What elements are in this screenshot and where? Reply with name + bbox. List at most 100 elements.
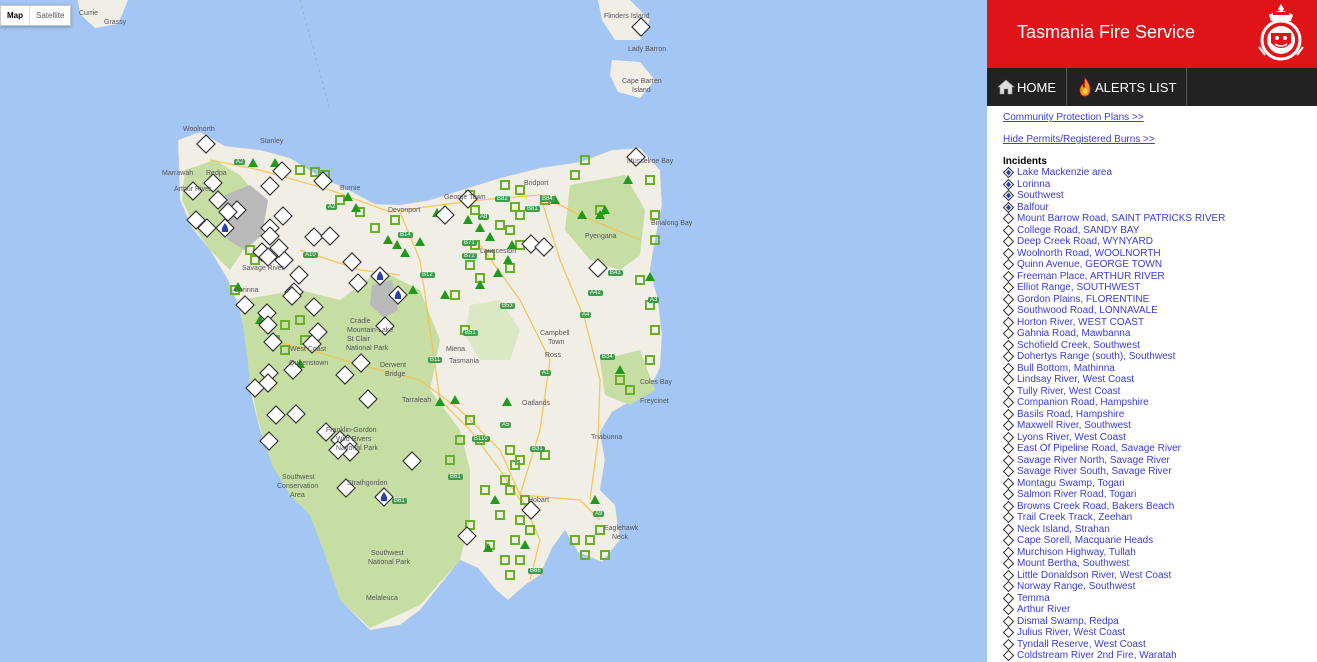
incident-item[interactable]: Neck Island, Strahan xyxy=(1003,524,1317,536)
incident-item[interactable]: Southwest xyxy=(1003,190,1317,202)
place-label: Cradle xyxy=(350,318,371,325)
incident-item[interactable]: East Of Pipeline Road, Savage River xyxy=(1003,443,1317,455)
panel-content: Community Protection Plans >> Hide Permi… xyxy=(987,106,1317,662)
incident-item[interactable]: Freeman Place, ARTHUR RIVER xyxy=(1003,271,1317,283)
incident-list: Lake Mackenzie area Lorinna Southwest Balfo… xyxy=(1003,167,1317,662)
incident-diamond-icon xyxy=(1003,443,1014,455)
place-label: Wild Rivers xyxy=(336,436,372,443)
road-shield: B11 xyxy=(428,357,443,363)
hide-permits-link[interactable]: Hide Permits/Registered Burns >> xyxy=(1003,134,1317,145)
nav-bar: HOME ALERTS LIST xyxy=(987,68,1317,106)
incident-label: Tully River, West Coast xyxy=(1017,385,1121,397)
incident-diamond-icon xyxy=(1003,408,1014,420)
incident-label: Gordon Plains, FLORENTINE xyxy=(1017,293,1150,305)
incident-item[interactable]: Savage River South, Savage River xyxy=(1003,466,1317,478)
incident-item[interactable]: Elliot Range, SOUTHWEST xyxy=(1003,282,1317,294)
incident-item[interactable]: Schofield Creek, Southwest xyxy=(1003,340,1317,352)
road-shield: A2 xyxy=(234,159,246,165)
incident-label: Lyons River, West Coast xyxy=(1017,431,1126,443)
incident-item[interactable]: Murchison Highway, Tullah xyxy=(1003,547,1317,559)
place-label: Island xyxy=(632,87,651,94)
incident-item[interactable]: Trail Creek Track, Zeehan xyxy=(1003,512,1317,524)
incident-item[interactable]: Maxwell River, Southwest xyxy=(1003,420,1317,432)
incident-label: Woolnorth Road, WOOLNORTH xyxy=(1017,247,1161,259)
incident-label: Salmon River Road, Togari xyxy=(1017,489,1137,500)
incident-item[interactable]: Coldstream River 2nd Fire, Waratah xyxy=(1003,650,1317,662)
incident-label: Murchison Highway, Tullah xyxy=(1017,546,1136,558)
incident-item[interactable]: Little Donaldson River, West Coast xyxy=(1003,570,1317,582)
incident-item[interactable]: Basils Road, Hampshire xyxy=(1003,409,1317,421)
incident-label: Browns Creek Road, Bakers Beach xyxy=(1017,500,1175,512)
incident-item[interactable]: Dohertys Range (south), Southwest xyxy=(1003,351,1317,363)
incident-diamond-icon xyxy=(1003,535,1014,547)
incident-item[interactable]: Woolnorth Road, WOOLNORTH xyxy=(1003,248,1317,260)
map-area[interactable]: Currie Grassy Flinders Island Lady Barron Ca… xyxy=(0,0,987,662)
incident-item[interactable]: Balfour xyxy=(1003,202,1317,214)
incident-label: Tyndall Reserve, West Coast xyxy=(1017,638,1146,650)
incident-item[interactable]: Horton River, WEST COAST xyxy=(1003,317,1317,329)
incident-label: Southwood Road, LONNAVALE xyxy=(1017,305,1158,316)
map-type-control[interactable]: Map Satellite xyxy=(0,5,72,26)
incident-item[interactable]: Salmon River Road, Togari xyxy=(1003,489,1317,501)
incident-diamond-icon xyxy=(1003,454,1014,466)
incident-item[interactable]: Montagu Swamp, Togari xyxy=(1003,478,1317,490)
incident-item[interactable]: Temma xyxy=(1003,593,1317,605)
incident-item[interactable]: Lorinna xyxy=(1003,179,1317,191)
incident-diamond-icon xyxy=(1003,581,1014,593)
incident-label: Companion Road, Hampshire xyxy=(1017,397,1149,408)
incident-item[interactable]: Gahnia Road, Mawbanna xyxy=(1003,328,1317,340)
incident-item[interactable]: Dismal Swamp, Redpa xyxy=(1003,616,1317,628)
place-label: Eaglehawk xyxy=(604,525,639,532)
incident-item[interactable]: Mount Barrow Road, SAINT PATRICKS RIVER xyxy=(1003,213,1317,225)
road-shield: B61 xyxy=(392,498,407,504)
place-label: Derwent xyxy=(380,362,407,369)
incident-item[interactable]: Norway Range, Southwest xyxy=(1003,581,1317,593)
place-label: Marrawah xyxy=(162,170,194,177)
incident-item[interactable]: College Road, SANDY BAY xyxy=(1003,225,1317,237)
incident-item[interactable]: Cape Sorell, Macquarie Heads xyxy=(1003,535,1317,547)
map-canvas[interactable] xyxy=(0,0,987,662)
going-fire-icon xyxy=(1003,201,1014,213)
incident-item[interactable]: Companion Road, Hampshire xyxy=(1003,397,1317,409)
place-label: Tarraleah xyxy=(402,397,432,404)
incident-item[interactable]: Arthur River xyxy=(1003,604,1317,616)
place-label: Grassy xyxy=(104,19,127,26)
incident-item[interactable]: Deep Creek Road, WYNYARD xyxy=(1003,236,1317,248)
incident-label: Elliot Range, SOUTHWEST xyxy=(1017,282,1141,293)
map-type-map-button[interactable]: Map xyxy=(1,6,29,25)
incident-label: Neck Island, Strahan xyxy=(1017,523,1110,535)
map-type-satellite-button[interactable]: Satellite xyxy=(29,6,70,25)
incident-diamond-icon xyxy=(1003,385,1014,397)
incident-item[interactable]: Savage River North, Savage River xyxy=(1003,455,1317,467)
road-shield: A8 xyxy=(478,214,490,220)
place-label: Miena xyxy=(446,346,466,353)
incident-item[interactable]: Quinn Avenue, GEORGE TOWN xyxy=(1003,259,1317,271)
place-label: Mountain-Lake xyxy=(347,327,394,334)
incident-item[interactable]: Southwood Road, LONNAVALE xyxy=(1003,305,1317,317)
place-label: St Clair xyxy=(347,336,370,343)
place-label: Flinders Island xyxy=(604,13,650,20)
place-label: Hobart xyxy=(528,497,550,504)
incident-item[interactable]: Tyndall Reserve, West Coast xyxy=(1003,639,1317,651)
road-shield: B110 xyxy=(472,436,490,442)
incident-diamond-icon xyxy=(1003,282,1014,294)
road-shield: B31 xyxy=(530,446,545,452)
incident-item[interactable]: Lake Mackenzie area xyxy=(1003,167,1317,179)
place-label: Redpa xyxy=(206,170,227,177)
incident-item[interactable]: Lyons River, West Coast xyxy=(1003,432,1317,444)
incident-item[interactable]: Mount Bertha, Southwest xyxy=(1003,558,1317,570)
going-fire-icon xyxy=(1003,190,1014,202)
place-label: Melaleuca xyxy=(366,595,398,602)
incident-item[interactable]: Lindsay River, West Coast xyxy=(1003,374,1317,386)
community-protection-plans-link[interactable]: Community Protection Plans >> xyxy=(1003,112,1317,123)
nav-alerts-list[interactable]: ALERTS LIST xyxy=(1067,68,1188,106)
incident-item[interactable]: Julius River, West Coast xyxy=(1003,627,1317,639)
nav-home[interactable]: HOME xyxy=(987,68,1067,106)
incident-item[interactable]: Gordon Plains, FLORENTINE xyxy=(1003,294,1317,306)
incident-item[interactable]: Bull Bottom, Mathinna xyxy=(1003,363,1317,375)
road-shield: A3 xyxy=(648,297,660,303)
place-label: Launceston xyxy=(480,248,517,255)
incident-item[interactable]: Browns Creek Road, Bakers Beach xyxy=(1003,501,1317,513)
incident-item[interactable]: Tully River, West Coast xyxy=(1003,386,1317,398)
incident-diamond-icon xyxy=(1003,615,1014,627)
